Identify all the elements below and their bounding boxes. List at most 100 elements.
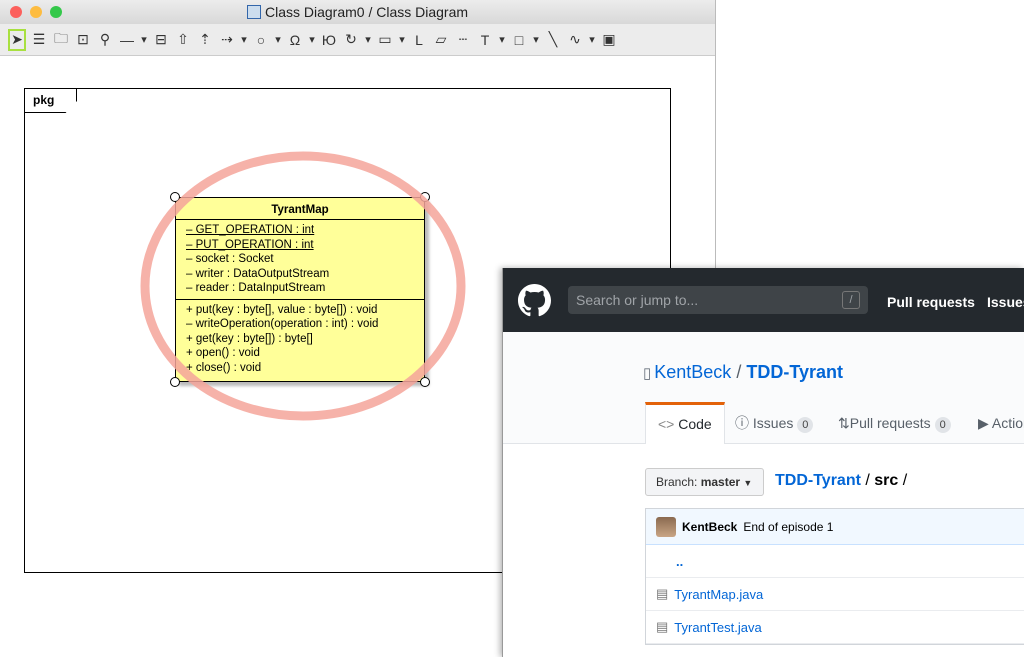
- dropdown-arrow-icon[interactable]: ▾: [532, 29, 540, 51]
- note-icon[interactable]: ▱: [432, 29, 450, 51]
- text-icon[interactable]: T: [476, 29, 494, 51]
- text-field-icon[interactable]: ▭: [376, 29, 394, 51]
- dropdown-arrow-icon[interactable]: ▾: [240, 29, 248, 51]
- dropdown-arrow-icon[interactable]: ▾: [398, 29, 406, 51]
- class-name: TyrantMap: [176, 198, 424, 220]
- tab-label: Pull requests: [849, 415, 931, 431]
- tab-label: Issues: [752, 415, 794, 431]
- github-header: Search or jump to... / Pull requests Issu…: [503, 268, 1024, 332]
- pulls-count: 0: [934, 417, 951, 433]
- latest-commit: KentBeck End of episode 1: [646, 509, 1024, 545]
- file-list: KentBeck End of episode 1 .. ▤ TyrantMap.j…: [645, 508, 1024, 645]
- avatar[interactable]: [656, 516, 676, 537]
- path-repo-link[interactable]: TDD-Tyrant: [775, 472, 861, 489]
- tab-actions[interactable]: ▶ Actions: [978, 402, 1024, 444]
- owner-link[interactable]: KentBeck: [654, 362, 731, 382]
- search-shortcut-badge: /: [842, 291, 860, 309]
- dropdown-arrow-icon[interactable]: ▾: [274, 29, 282, 51]
- attribute: – socket : Socket: [186, 253, 274, 265]
- select-icon[interactable]: ➤: [8, 28, 26, 51]
- repo-content: Branch: master ▼ TDD-Tyrant / src / Kent…: [503, 444, 1024, 657]
- association-icon[interactable]: —: [118, 29, 136, 51]
- curve-icon[interactable]: ∿: [566, 29, 584, 51]
- repo-breadcrumb: ▯ KentBeck / TDD-Tyrant: [643, 362, 843, 383]
- dropdown-arrow-icon[interactable]: ▾: [588, 29, 596, 51]
- operations-section: + put(key : byte[], value : byte[]) : vo…: [176, 300, 424, 379]
- title-bar: Class Diagram0 / Class Diagram: [0, 0, 715, 24]
- repo-link[interactable]: TDD-Tyrant: [746, 362, 843, 382]
- package-label: pkg: [25, 89, 77, 113]
- generalization-icon[interactable]: ⇧: [174, 29, 192, 51]
- nav-issues[interactable]: Issues: [987, 294, 1024, 310]
- repo-tabs: <> Code ⓘ Issues 0 ⇅Pull requests 0 ▶ Ac…: [503, 402, 1024, 445]
- repo-icon: ▯: [643, 365, 652, 382]
- file-row[interactable]: ▤ TyrantMap.java: [646, 578, 1024, 611]
- parent-dir-link[interactable]: ..: [646, 545, 1024, 578]
- branch-label: Branch:: [656, 475, 698, 489]
- issues-count: 0: [797, 417, 814, 433]
- toolbar: ➤ ☰ 🗀 ⊡ ⚲ — ▾ ⊟ ⇧ ⇡ ⇢ ▾ ○ ▾ Ω ▾ Ю ↻ ▾ ▭ ▾ L ▱ ┄ T ▾ □ ▾ ╲ ∿ ▾ ▣: [0, 24, 715, 56]
- interface-circle-icon[interactable]: ○: [252, 29, 270, 51]
- search-input[interactable]: Search or jump to... /: [568, 286, 868, 314]
- github-window: Search or jump to... / Pull requests Issu…: [502, 268, 1024, 657]
- operation: + get(key : byte[]) : byte[]: [186, 332, 313, 345]
- class-icon[interactable]: ☰: [30, 29, 48, 51]
- l-line-icon[interactable]: L: [410, 29, 428, 51]
- operation: + put(key : byte[], value : byte[]) : vo…: [186, 303, 378, 316]
- class-tyrantmap[interactable]: TyrantMap – GET_OPERATION : int – PUT_OP…: [175, 197, 425, 382]
- provided-interface-icon[interactable]: Ю: [320, 29, 338, 51]
- attribute: – writer : DataOutputStream: [186, 267, 330, 280]
- operation: + open() : void: [186, 347, 260, 359]
- dashed-line-icon[interactable]: ┄: [454, 29, 472, 51]
- attribute: – PUT_OPERATION : int: [186, 238, 314, 251]
- dropdown-arrow-icon[interactable]: ▾: [140, 29, 148, 51]
- path-separator: /: [902, 472, 908, 489]
- dropdown-arrow-icon[interactable]: ▾: [364, 29, 372, 51]
- line-icon[interactable]: ╲: [544, 29, 562, 51]
- tab-issues[interactable]: ⓘ Issues 0: [735, 402, 814, 444]
- search-placeholder: Search or jump to...: [576, 292, 699, 308]
- file-link[interactable]: TyrantMap.java: [674, 587, 763, 602]
- rotate-icon[interactable]: ↻: [342, 29, 360, 51]
- resize-handle[interactable]: [170, 377, 180, 387]
- realization-icon[interactable]: ⇡: [196, 29, 214, 51]
- commit-author[interactable]: KentBeck: [682, 520, 737, 534]
- file-link[interactable]: TyrantTest.java: [674, 620, 761, 635]
- branch-selector[interactable]: Branch: master ▼: [645, 468, 764, 496]
- file-icon: ▤: [656, 619, 669, 634]
- commit-message[interactable]: End of episode 1: [743, 520, 833, 534]
- separator: /: [736, 362, 742, 382]
- file-path: TDD-Tyrant / src /: [775, 472, 907, 490]
- class-compartment-icon[interactable]: ⊟: [152, 29, 170, 51]
- caret-down-icon: ▼: [743, 478, 753, 488]
- tab-label: Actions: [991, 415, 1024, 431]
- file-row[interactable]: ▤ TyrantTest.java: [646, 611, 1024, 644]
- close-button[interactable]: [10, 6, 22, 18]
- diagram-icon: [246, 5, 261, 19]
- tab-code[interactable]: <> Code: [645, 402, 725, 445]
- subsystem-icon[interactable]: ⊡: [74, 29, 92, 51]
- parent-dir[interactable]: ..: [676, 554, 683, 569]
- minimize-button[interactable]: [30, 6, 42, 18]
- zoom-button[interactable]: [50, 6, 62, 18]
- pin-icon[interactable]: ⚲: [96, 29, 114, 51]
- image-icon[interactable]: ▣: [600, 29, 618, 51]
- window-title: Class Diagram0 / Class Diagram: [264, 4, 469, 20]
- resize-handle[interactable]: [420, 377, 430, 387]
- tab-pull-requests[interactable]: ⇅Pull requests 0: [838, 402, 951, 444]
- code-icon: <>: [658, 416, 675, 432]
- nav-pull-requests[interactable]: Pull requests: [887, 294, 975, 310]
- pull-request-icon: ⇅: [838, 415, 850, 431]
- github-logo-icon[interactable]: [518, 284, 551, 317]
- dependency-icon[interactable]: ⇢: [218, 29, 236, 51]
- dropdown-arrow-icon[interactable]: ▾: [498, 29, 506, 51]
- required-interface-icon[interactable]: Ω: [286, 29, 304, 51]
- file-icon: ▤: [656, 586, 669, 601]
- resize-handle[interactable]: [420, 192, 430, 202]
- package-icon[interactable]: 🗀: [52, 29, 70, 51]
- dropdown-arrow-icon[interactable]: ▾: [308, 29, 316, 51]
- path-separator: /: [865, 472, 870, 489]
- resize-handle[interactable]: [170, 192, 180, 202]
- rectangle-icon[interactable]: □: [510, 29, 528, 51]
- path-dir: src: [874, 472, 899, 489]
